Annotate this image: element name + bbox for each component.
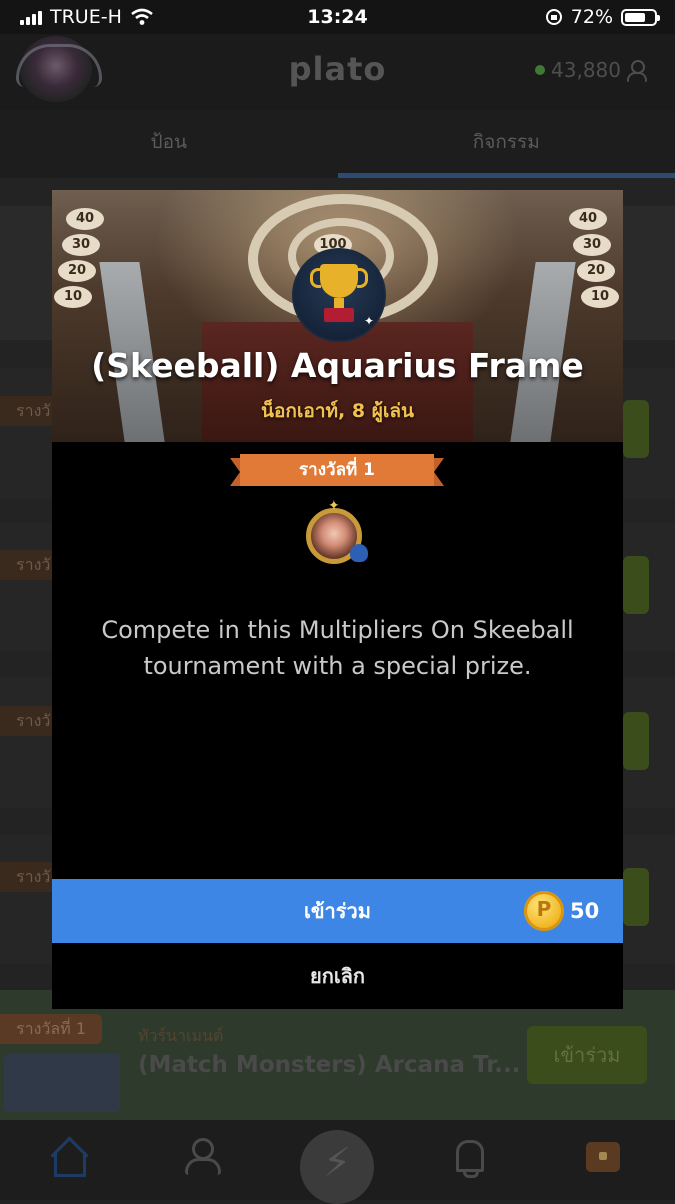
tournament-type: ทัวร์นาเมนต์	[138, 1024, 223, 1049]
score-hole: 40	[66, 208, 104, 230]
battery-fill	[625, 13, 645, 22]
chest-icon[interactable]	[582, 1136, 626, 1180]
coin-icon: P	[524, 891, 564, 931]
bell-icon[interactable]	[448, 1136, 492, 1180]
score-hole: 10	[581, 286, 619, 308]
online-dot-icon	[535, 65, 545, 75]
join-button-bg	[623, 400, 649, 458]
status-right: 72%	[545, 6, 657, 28]
tab-activities[interactable]: กิจกรรม	[338, 110, 675, 178]
trophy-icon: ✦	[292, 248, 386, 342]
score-hole: 10	[54, 286, 92, 308]
tab-feed[interactable]: ป้อน	[0, 110, 338, 178]
prize-badge: รางวัลที่ 1	[0, 1014, 102, 1044]
join-button[interactable]: เข้าร่วม	[527, 1026, 647, 1084]
bolt-icon: ⚡	[300, 1140, 374, 1186]
app-header: plato 43,880	[0, 34, 675, 110]
modal-subtitle: น็อกเอาท์, 8 ผู้เล่น	[52, 396, 623, 426]
battery-icon	[621, 9, 657, 26]
tournament-title: (Match Monsters) Arcana Tr...	[138, 1052, 520, 1078]
hero-banner: 40 30 20 10 100 40 30 20 10 ✦ (Skeeball)…	[52, 190, 623, 442]
entry-cost: 50	[570, 879, 599, 943]
battery-percent: 72%	[571, 6, 613, 28]
join-button-bg	[623, 868, 649, 926]
tab-bar: ป้อน กิจกรรม	[0, 110, 675, 178]
score-hole: 20	[577, 260, 615, 282]
coin-balance[interactable]: 43,880	[535, 58, 645, 82]
friends-icon[interactable]	[182, 1136, 226, 1180]
coin-balance-value: 43,880	[551, 58, 621, 82]
cancel-button[interactable]: ยกเลิก	[52, 943, 623, 1009]
quick-play-button[interactable]: ⚡	[300, 1130, 374, 1204]
user-icon	[627, 60, 645, 80]
score-hole: 30	[573, 234, 611, 256]
score-hole: 30	[62, 234, 100, 256]
prize-rank-banner: รางวัลที่ 1	[230, 454, 444, 486]
score-hole: 40	[569, 208, 607, 230]
prize-rank-label: รางวัลที่ 1	[240, 454, 434, 486]
score-hole: 20	[58, 260, 96, 282]
tournament-thumbnail	[4, 1054, 120, 1112]
join-button[interactable]: เข้าร่วม P 50	[52, 879, 623, 943]
tournament-description: Compete in this Multipliers On Skeeball …	[92, 612, 583, 684]
join-button-bg	[623, 556, 649, 614]
frame-prize-icon: ✦	[304, 504, 374, 568]
tournament-modal: 40 30 20 10 100 40 30 20 10 ✦ (Skeeball)…	[52, 190, 623, 1009]
orientation-lock-icon	[545, 8, 563, 26]
join-button-bg	[623, 712, 649, 770]
status-bar: TRUE-H 13:24 72%	[0, 0, 675, 34]
modal-title: (Skeeball) Aquarius Frame	[52, 346, 623, 385]
home-icon[interactable]	[46, 1136, 90, 1180]
tournament-card[interactable]: รางวัลที่ 1 ทัวร์นาเมนต์ (Match Monsters…	[0, 990, 675, 1120]
